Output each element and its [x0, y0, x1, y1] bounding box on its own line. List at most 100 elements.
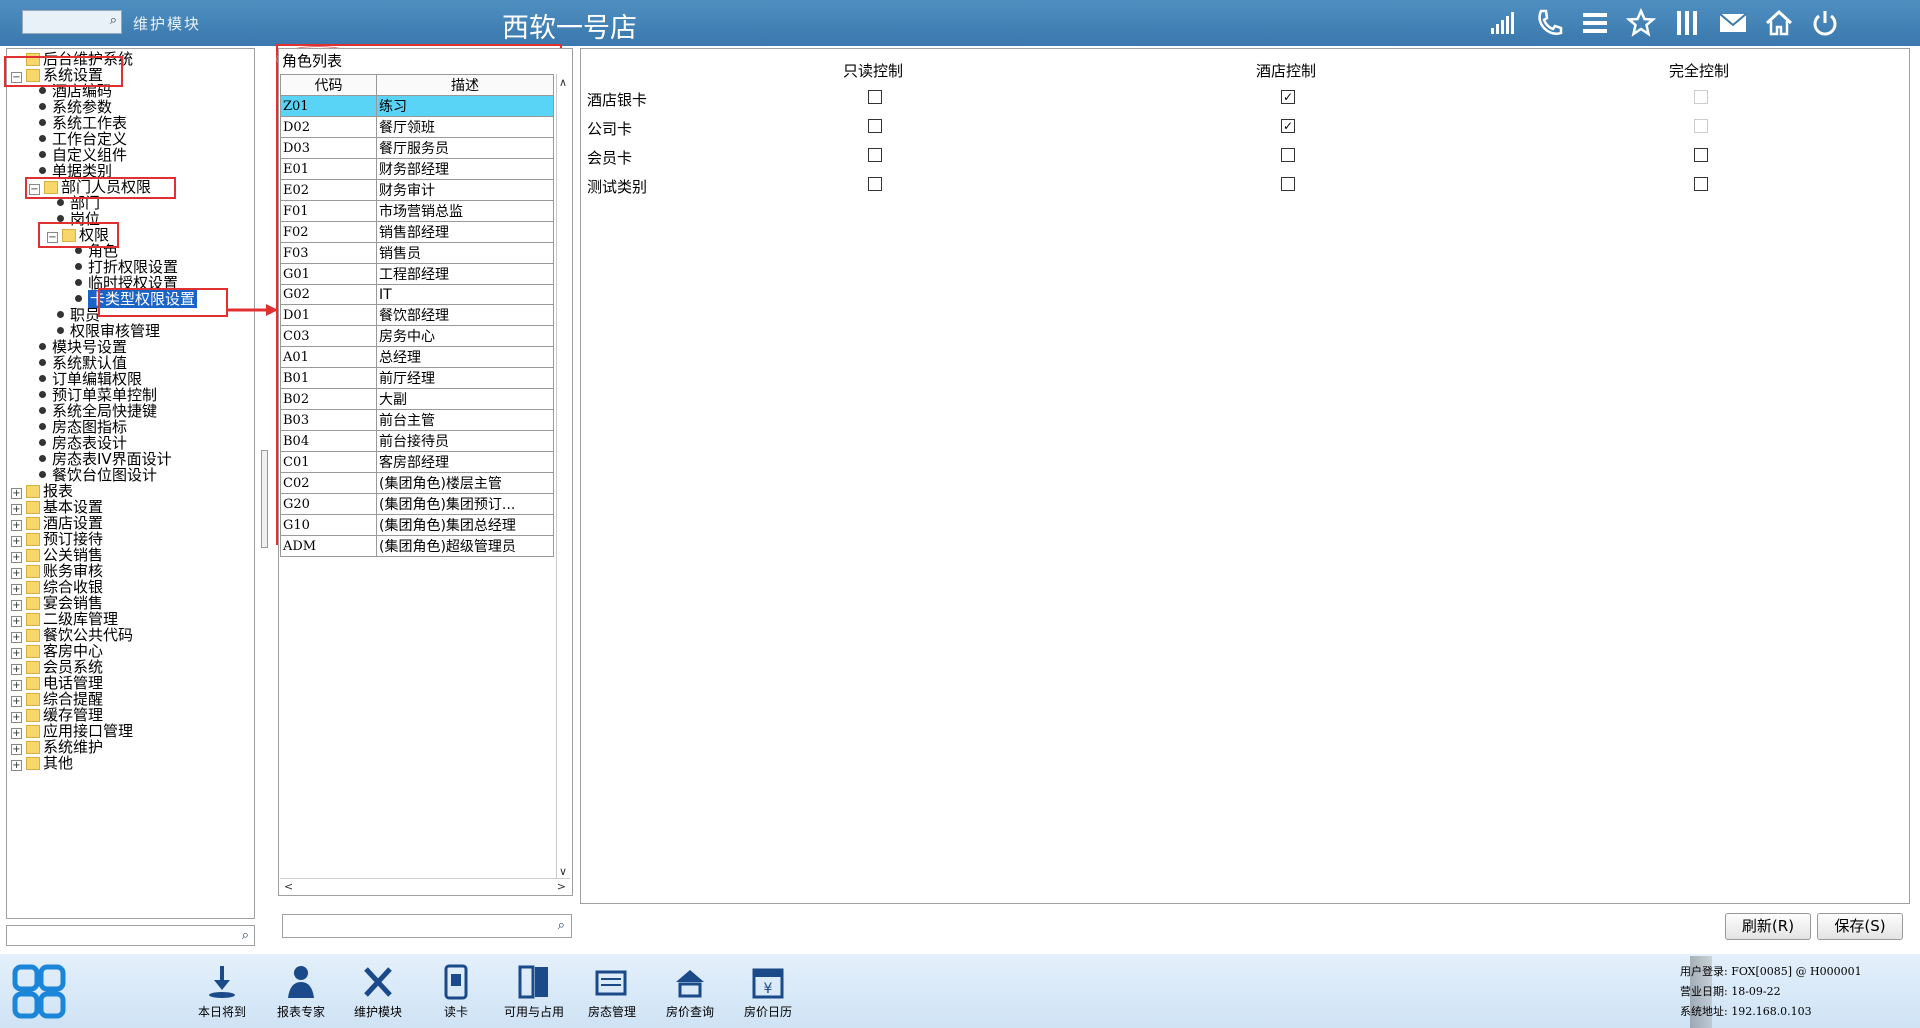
signal-icon[interactable]: [1486, 6, 1520, 40]
expand-icon[interactable]: +: [11, 696, 22, 707]
tree-item[interactable]: + 客房中心: [11, 643, 103, 659]
tree-item[interactable]: + 电话管理: [11, 675, 103, 691]
expand-icon[interactable]: +: [11, 584, 22, 595]
tree-item[interactable]: 房态表IV界面设计: [29, 451, 172, 467]
module-search-input[interactable]: ⌕: [22, 10, 122, 34]
role-list-horizontal-scrollbar[interactable]: < >: [280, 878, 570, 894]
readonly-checkbox[interactable]: [868, 90, 882, 104]
readonly-checkbox[interactable]: [868, 177, 882, 191]
tree-item[interactable]: 岗位: [47, 211, 100, 227]
tree-item[interactable]: + 缓存管理: [11, 707, 103, 723]
hotel-control-checkbox[interactable]: ✓: [1281, 90, 1295, 104]
power-icon[interactable]: [1808, 6, 1842, 40]
role-row[interactable]: C03 房务中心: [280, 325, 554, 347]
expand-icon[interactable]: +: [11, 760, 22, 771]
tree-item[interactable]: 临时授权设置: [65, 275, 178, 291]
tree-item[interactable]: 系统参数: [29, 99, 112, 115]
role-row[interactable]: Z01 练习: [280, 95, 554, 117]
tree-item[interactable]: − 权限: [47, 227, 109, 243]
toolbar-item-room-rate[interactable]: 房价查询: [651, 964, 729, 1020]
role-row[interactable]: G01 工程部经理: [280, 263, 554, 285]
scroll-down-icon[interactable]: ∨: [559, 865, 567, 878]
role-row[interactable]: E02 财务审计: [280, 179, 554, 201]
toolbar-item-room-status[interactable]: 房态管理: [573, 964, 651, 1020]
role-row[interactable]: C02 (集团角色)楼层主管: [280, 472, 554, 494]
expand-icon[interactable]: +: [11, 664, 22, 675]
toolbar-item-door[interactable]: 可用与占用: [495, 964, 573, 1020]
search-icon[interactable]: ⌕: [558, 918, 565, 933]
tree-search-input[interactable]: ⌕: [6, 925, 255, 946]
role-row[interactable]: B04 前台接待员: [280, 430, 554, 452]
app-logo-icon[interactable]: [12, 964, 66, 1020]
full-control-checkbox[interactable]: [1694, 90, 1708, 104]
tree-item[interactable]: + 综合收银: [11, 579, 103, 595]
hotel-control-checkbox[interactable]: ✓: [1281, 119, 1295, 133]
role-row[interactable]: F03 销售员: [280, 242, 554, 264]
expand-icon[interactable]: +: [11, 728, 22, 739]
tree-item[interactable]: 系统默认值: [29, 355, 127, 371]
tree-item[interactable]: + 报表: [11, 483, 73, 499]
tree-item[interactable]: + 应用接口管理: [11, 723, 133, 739]
expand-icon[interactable]: +: [11, 712, 22, 723]
scroll-right-icon[interactable]: >: [557, 880, 566, 893]
collapse-icon[interactable]: −: [47, 232, 58, 243]
tree-item[interactable]: 房态表设计: [29, 435, 127, 451]
role-row[interactable]: G02 IT: [280, 284, 554, 305]
home-icon[interactable]: [1762, 6, 1796, 40]
role-row[interactable]: ADM (集团角色)超级管理员: [280, 535, 554, 557]
phone-icon[interactable]: [1532, 6, 1566, 40]
toolbar-item-card-reader[interactable]: 读卡: [417, 964, 495, 1020]
full-control-checkbox[interactable]: [1694, 148, 1708, 162]
expand-icon[interactable]: +: [11, 504, 22, 515]
role-row[interactable]: D01 餐饮部经理: [280, 304, 554, 326]
tree-item[interactable]: 权限审核管理: [47, 323, 160, 339]
role-row[interactable]: B03 前台主管: [280, 409, 554, 431]
hotel-control-checkbox[interactable]: [1281, 148, 1295, 162]
refresh-button[interactable]: 刷新(R): [1725, 913, 1811, 940]
tree-item[interactable]: 卡类型权限设置: [65, 290, 198, 308]
expand-icon[interactable]: +: [11, 488, 22, 499]
tree-item[interactable]: 打折权限设置: [65, 259, 178, 275]
role-row[interactable]: A01 总经理: [280, 346, 554, 368]
expand-icon[interactable]: +: [11, 520, 22, 531]
column-header-desc[interactable]: 描述: [376, 74, 554, 96]
scroll-left-icon[interactable]: <: [284, 880, 293, 893]
tree-item[interactable]: − 部门人员权限: [29, 179, 151, 195]
role-row[interactable]: B01 前厅经理: [280, 367, 554, 389]
collapse-icon[interactable]: −: [29, 184, 40, 195]
tree-item[interactable]: + 餐饮公共代码: [11, 627, 133, 643]
toolbar-item-calendar[interactable]: ¥ 房价日历: [729, 964, 807, 1020]
tree-item[interactable]: 后台维护系统: [11, 51, 133, 67]
menu-icon[interactable]: [1578, 6, 1612, 40]
expand-icon[interactable]: +: [11, 552, 22, 563]
role-row[interactable]: D03 餐厅服务员: [280, 137, 554, 159]
tree-item[interactable]: + 基本设置: [11, 499, 103, 515]
tree-item[interactable]: + 二级库管理: [11, 611, 118, 627]
role-row[interactable]: G10 (集团角色)集团总经理: [280, 514, 554, 536]
toolbar-item-arrival[interactable]: 本日将到: [183, 964, 261, 1020]
tree-item[interactable]: 职员: [47, 307, 100, 323]
expand-icon[interactable]: +: [11, 680, 22, 691]
tree-item[interactable]: 系统全局快捷键: [29, 403, 157, 419]
tree-item[interactable]: + 公关销售: [11, 547, 103, 563]
tree-item[interactable]: + 会员系统: [11, 659, 103, 675]
readonly-checkbox[interactable]: [868, 119, 882, 133]
expand-icon[interactable]: +: [11, 616, 22, 627]
expand-icon[interactable]: +: [11, 536, 22, 547]
tree-item[interactable]: 系统工作表: [29, 115, 127, 131]
save-button[interactable]: 保存(S): [1817, 913, 1903, 940]
role-row[interactable]: D02 餐厅领班: [280, 116, 554, 138]
role-row[interactable]: F01 市场营销总监: [280, 200, 554, 222]
tree-item[interactable]: 单据类别: [29, 163, 112, 179]
search-icon[interactable]: ⌕: [110, 13, 117, 28]
role-list-vertical-scrollbar[interactable]: ∧ ∨: [556, 74, 570, 880]
scroll-up-icon[interactable]: ∧: [559, 76, 567, 89]
expand-icon[interactable]: +: [11, 648, 22, 659]
tree-item[interactable]: 餐饮台位图设计: [29, 467, 157, 483]
role-row[interactable]: G20 (集团角色)集团预订...: [280, 493, 554, 515]
full-control-checkbox[interactable]: [1694, 119, 1708, 133]
expand-icon[interactable]: +: [11, 600, 22, 611]
tree-item[interactable]: 房态图指标: [29, 419, 127, 435]
expand-icon[interactable]: +: [11, 632, 22, 643]
tree-item[interactable]: + 账务审核: [11, 563, 103, 579]
